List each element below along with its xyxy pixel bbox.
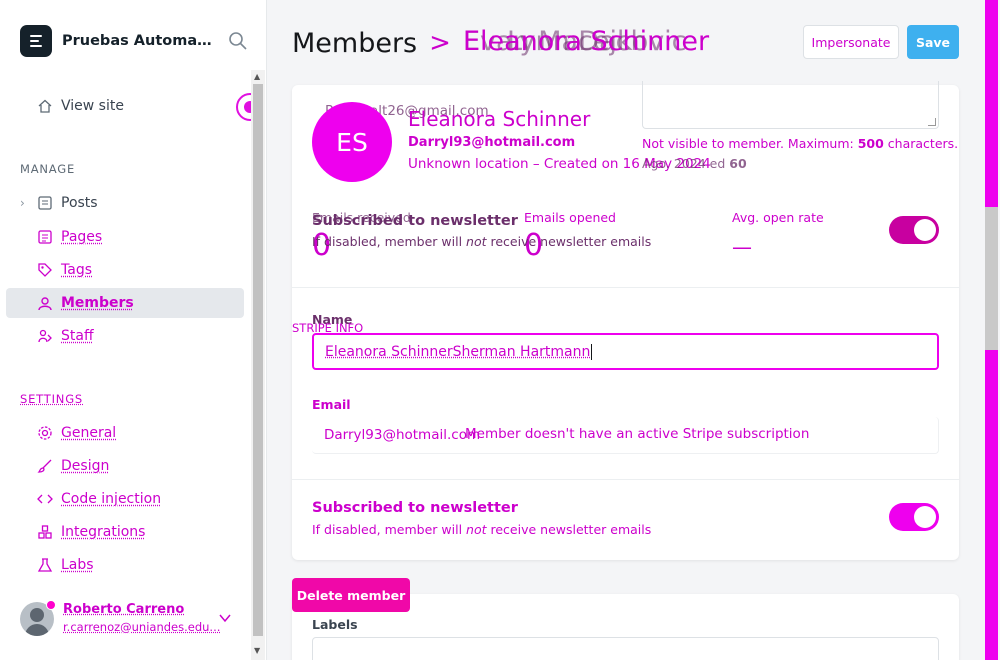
nav-general-label: General [61, 425, 116, 441]
divider [292, 479, 959, 480]
member-avatar: ES [312, 102, 392, 182]
nav-general[interactable]: General [6, 418, 244, 448]
toggle-knob [914, 506, 936, 528]
name-input-value: Eleanora SchinnerSherman Hartmann [325, 344, 590, 360]
nav-design-label: Design [61, 458, 109, 474]
search-icon[interactable] [228, 31, 248, 51]
scroll-down-arrow-icon[interactable]: ▼ [254, 646, 260, 655]
ghost-stat-label: Ago. 2024 ed [642, 156, 725, 171]
tag-icon [37, 262, 53, 278]
status-dot [46, 600, 56, 610]
nav-labs-label: Labs [61, 557, 94, 573]
nav-members[interactable]: Members [6, 288, 244, 318]
member-name-heading: Eleanora Schinner [408, 107, 590, 131]
gear-icon [37, 425, 53, 441]
breadcrumb: Members > Evan Macejkovic Lynn Dach Elea… [292, 26, 703, 60]
save-button[interactable]: Save [907, 25, 959, 59]
member-email-subtitle: Darryl93@hotmail.com [408, 135, 575, 150]
pages-icon [37, 229, 53, 245]
nav-code-injection-label: Code injection [61, 491, 161, 507]
labels-title: Labels [312, 617, 358, 632]
newsletter-toggle-top[interactable] [889, 216, 939, 244]
nav-pages-label: Pages [61, 229, 102, 245]
open-rate-label: Avg. open rate [732, 210, 824, 225]
site-name: Pruebas Automati... [62, 33, 212, 49]
newsletter-desc-post: receive newsletter emails [487, 522, 652, 537]
nav-integrations-label: Integrations [61, 524, 145, 540]
staff-icon [37, 328, 53, 344]
page-scrollbar[interactable] [985, 0, 998, 660]
brand[interactable]: Pruebas Automati... [20, 25, 212, 57]
integrations-icon [37, 524, 53, 540]
nav-staff-label: Staff [61, 328, 94, 344]
note-textarea[interactable] [642, 81, 939, 129]
note-hint: Not visible to member. Maximum: 500 char… [642, 136, 958, 151]
settings-section-title: SETTINGS [20, 392, 83, 406]
nav-view-site-label: View site [61, 98, 124, 114]
nav-code-injection[interactable]: Code injection [6, 484, 244, 514]
nav-tags-label: Tags [61, 262, 92, 278]
brush-icon [37, 458, 53, 474]
nav-posts-label: Posts [61, 195, 98, 211]
code-icon [37, 491, 53, 507]
breadcrumb-members-link[interactable]: Members [292, 28, 417, 59]
page-scroll-thumb[interactable] [985, 207, 998, 350]
home-icon [37, 98, 53, 114]
newsletter-overlay-title: Subscribed to newsletter [312, 213, 518, 229]
newsletter-overlay-desc-pre: If disabled, member will [312, 234, 466, 249]
newsletter-toggle[interactable] [889, 503, 939, 531]
user-name: Roberto Carreno [63, 602, 184, 617]
name-input[interactable]: Eleanora SchinnerSherman Hartmann [312, 333, 939, 370]
member-details-card: Reese.alt26@gmail.com ES Eleanora Schinn… [292, 85, 959, 560]
open-rate-value: — [732, 235, 752, 259]
labels-input[interactable] [312, 637, 939, 660]
members-icon [37, 295, 53, 311]
email-input-value: Darryl93@hotmail.com [324, 427, 480, 443]
user-menu[interactable]: Roberto Carreno r.carrenoz@uniandes.edu.… [20, 600, 240, 640]
sidebar-scroll-thumb[interactable] [253, 84, 263, 636]
newsletter-overlay-desc-em: not [466, 234, 486, 249]
site-logo-icon [20, 25, 52, 57]
newsletter-desc-em: not [466, 522, 486, 537]
nav-tags[interactable]: Tags [6, 255, 244, 285]
ghost-stat: Ago. 2024 ed 60 [642, 156, 747, 171]
resize-grip-icon[interactable] [928, 118, 936, 126]
impersonate-button[interactable]: Impersonate [803, 25, 899, 59]
newsletter-overlay-desc-post: receive newsletter emails [487, 234, 652, 249]
nav-view-site[interactable]: View site [6, 91, 244, 121]
sidebar-scrollbar[interactable]: ▲ ▼ [251, 70, 265, 660]
breadcrumb-current: Evan Macejkovic Lynn Dach Eleanora Schin… [463, 26, 703, 60]
nav-members-label: Members [61, 295, 134, 311]
newsletter-desc: If disabled, member will not receive new… [312, 522, 651, 537]
text-caret [591, 344, 592, 360]
nav-staff[interactable]: Staff [6, 321, 244, 351]
nav-pages[interactable]: Pages [6, 222, 244, 252]
note-hint-prefix: Not visible to member. Maximum: [642, 136, 858, 151]
posts-icon [37, 195, 53, 211]
breadcrumb-current-name: Eleanora Schinner [463, 26, 709, 57]
nav-labs[interactable]: Labs [6, 550, 244, 580]
stripe-subscription-note: Member doesn't have an active Stripe sub… [465, 426, 809, 442]
note-hint-suffix: characters. [884, 136, 958, 151]
scroll-up-arrow-icon[interactable]: ▲ [254, 72, 260, 81]
delete-member-button[interactable]: Delete member [292, 578, 410, 612]
nav-posts[interactable]: Posts [6, 188, 244, 218]
toggle-knob [914, 219, 936, 241]
chevron-down-icon[interactable] [218, 610, 232, 624]
nav-design[interactable]: Design [6, 451, 244, 481]
newsletter-title: Subscribed to newsletter [312, 500, 518, 516]
flask-icon [37, 557, 53, 573]
ghost-stat-num: 60 [729, 156, 746, 171]
newsletter-overlay-desc: If disabled, member will not receive new… [312, 234, 651, 249]
newsletter-desc-pre: If disabled, member will [312, 522, 466, 537]
emails-opened-label: Emails opened [524, 210, 616, 225]
note-hint-max: 500 [858, 136, 884, 151]
breadcrumb-separator: > [429, 28, 451, 58]
sidebar: Pruebas Automati... View site MANAGE › P… [0, 0, 267, 660]
manage-section-title: MANAGE [20, 162, 75, 176]
nav-integrations[interactable]: Integrations [6, 517, 244, 547]
user-email: r.carrenoz@uniandes.edu... [63, 620, 221, 634]
divider [292, 287, 959, 288]
email-label: Email [312, 397, 351, 412]
